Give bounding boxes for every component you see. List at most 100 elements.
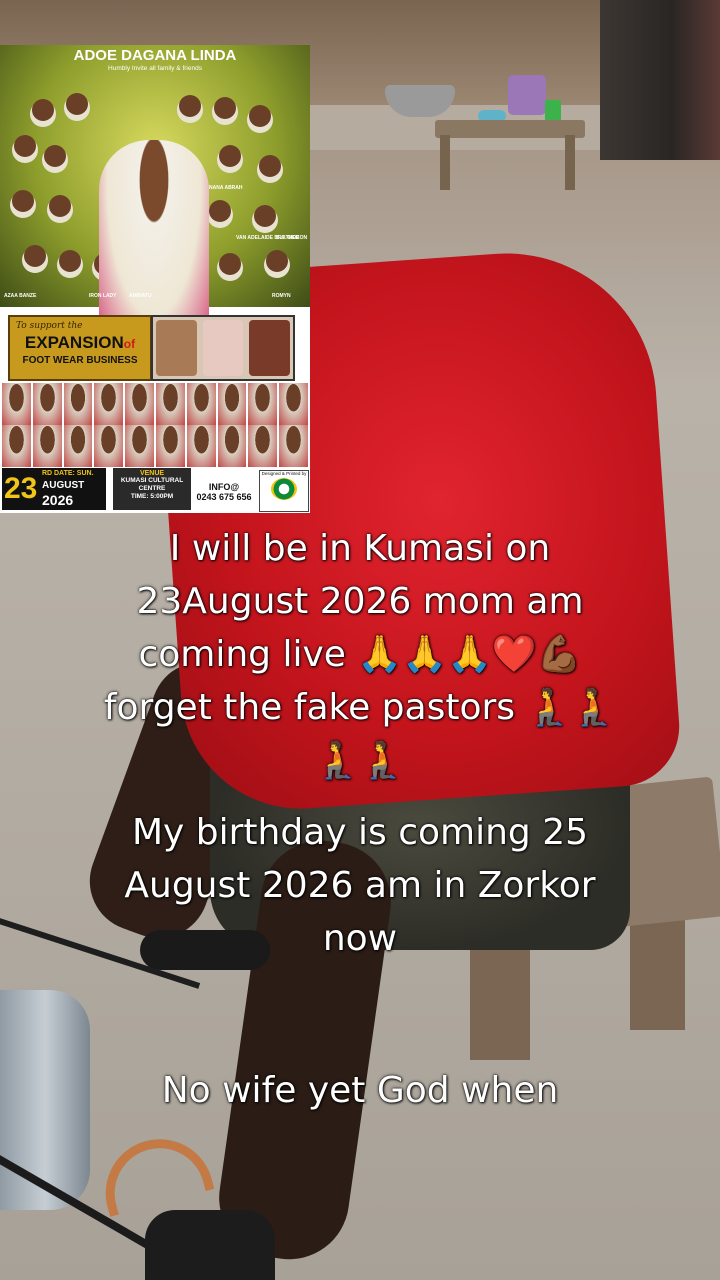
caption-line: 🧎🧎	[0, 734, 720, 787]
purple-pot	[508, 75, 546, 115]
guest-photo	[249, 105, 271, 127]
expansion-heading: EXPANSIONof	[10, 333, 150, 353]
poster-subtitle: Humbly Invite all family & friends	[108, 65, 202, 72]
guest-photo	[155, 383, 185, 425]
guest-row	[2, 425, 308, 467]
guest-label: NANA ABRAH	[209, 185, 243, 191]
guest-label: ROMYN	[272, 293, 291, 299]
praying-hands-heart-muscle-icon: 🙏🙏🙏❤️💪🏾	[357, 634, 582, 675]
guest-photo	[214, 97, 236, 119]
guest-photo	[63, 425, 93, 467]
guest-photo	[217, 425, 247, 467]
designer-logo-icon	[271, 478, 297, 500]
guest-photo	[186, 383, 216, 425]
horseshoe	[93, 1127, 215, 1217]
guest-photo	[32, 383, 62, 425]
date-day: 23	[4, 472, 38, 505]
guest-photo	[279, 425, 308, 467]
guest-photo	[155, 425, 185, 467]
event-date: 23 RD DATE: SUN. AUGUST 2026	[2, 468, 106, 510]
caption-text: forget the fake pastors	[103, 687, 516, 728]
guest-photo	[66, 93, 88, 115]
caption-line: No wife yet God when	[161, 1070, 559, 1111]
guest-photo	[44, 145, 66, 167]
guest-photo	[219, 253, 241, 275]
guest-photo	[209, 200, 231, 222]
caption-line: forget the fake pastors 🧎🧎	[0, 681, 720, 734]
expansion-word: EXPANSION	[24, 333, 124, 352]
back-bench-leg	[440, 135, 450, 190]
kneeling-person-icon: 🧎🧎	[526, 687, 617, 728]
venue-line: CENTRE	[138, 485, 166, 492]
guest-photo	[63, 383, 93, 425]
date-year: 2026	[42, 492, 74, 508]
designer-credit: Designed & Printed by	[259, 470, 309, 512]
date-weekday: DATE: SUN.	[54, 470, 94, 477]
guest-photo	[125, 425, 154, 467]
designer-label: Designed & Printed by	[261, 471, 307, 476]
footwear-photos	[151, 315, 295, 381]
caption-block-1: I will be in Kumasi on 23August 2026 mom…	[0, 522, 720, 787]
caption-line: My birthday is coming 25	[131, 812, 589, 853]
guest-photo	[125, 383, 154, 425]
green-cup	[545, 100, 561, 122]
guest-photo	[248, 425, 278, 467]
contact-info: INFO@ 0243 675 656	[191, 482, 257, 502]
business-line: FOOT WEAR BUSINESS	[22, 355, 138, 366]
caption-line: coming live 🙏🙏🙏❤️💪🏾	[0, 628, 720, 681]
caption-block-2: My birthday is coming 25 August 2026 am …	[0, 806, 720, 965]
guest-photo	[59, 250, 81, 272]
guest-row	[2, 383, 308, 425]
guest-photos: IRON LADY AMINATU ROMYN VAN ADELAIDE BRO…	[4, 85, 308, 340]
venue-time: TIME: 5:00PM	[130, 493, 174, 500]
black-boot	[145, 1210, 275, 1280]
guest-label: AMINATU	[129, 293, 152, 299]
doorway	[600, 0, 720, 160]
venue-line: KUMASI CULTURAL	[120, 477, 184, 484]
shoe-photo	[249, 320, 291, 376]
guest-photo	[32, 425, 62, 467]
support-label: To support the	[16, 321, 83, 331]
caption-line: now	[322, 918, 398, 959]
guest-photo	[217, 383, 247, 425]
poster-header: ADOE DAGANA LINDA Humbly Invite all fami…	[0, 45, 310, 340]
guest-photo	[12, 190, 34, 212]
guest-photo	[94, 425, 124, 467]
guest-label: IRON LADY	[89, 293, 117, 299]
expansion-banner: To support the EXPANSIONof FOOT WEAR BUS…	[8, 315, 152, 381]
caption-text: coming live	[138, 634, 346, 675]
poster-title: ADOE DAGANA LINDA	[73, 47, 237, 64]
caption-line: I will be in Kumasi on	[169, 528, 551, 569]
guest-photo	[259, 155, 281, 177]
guest-photo	[49, 195, 71, 217]
guest-photo	[32, 99, 54, 121]
back-bench-leg	[565, 135, 575, 190]
caption-block-3: No wife yet God when	[0, 1064, 720, 1117]
shoe-photo	[156, 320, 197, 376]
event-poster: ADOE DAGANA LINDA Humbly Invite all fami…	[0, 45, 310, 513]
info-heading: INFO@	[208, 482, 240, 492]
guest-photo	[279, 383, 308, 425]
venue-heading: VENUE	[139, 470, 165, 477]
date-suffix: RD	[42, 470, 53, 477]
guest-photo	[219, 145, 241, 167]
guest-photo	[2, 425, 31, 467]
caption-line: 23August 2026 mom am	[136, 581, 584, 622]
guest-photo	[14, 135, 36, 157]
guest-label: AZAA BANZE	[4, 293, 37, 299]
date-month: AUGUST	[42, 480, 85, 491]
guest-label: B.A. GIDEON	[276, 235, 308, 241]
guest-photo	[94, 383, 124, 425]
guest-photo	[186, 425, 216, 467]
guest-photo	[24, 245, 46, 267]
celebrant-photo	[99, 140, 209, 340]
guest-photo	[2, 383, 31, 425]
guest-photo	[248, 383, 278, 425]
back-bench	[435, 120, 585, 138]
bag-photo	[202, 320, 244, 376]
expansion-of: of	[123, 337, 136, 351]
venue-info: VENUE KUMASI CULTURAL CENTRE TIME: 5:00P…	[113, 468, 191, 510]
guest-photo	[179, 95, 201, 117]
caption-line: August 2026 am in Zorkor	[124, 865, 596, 906]
guest-photo	[254, 205, 276, 227]
